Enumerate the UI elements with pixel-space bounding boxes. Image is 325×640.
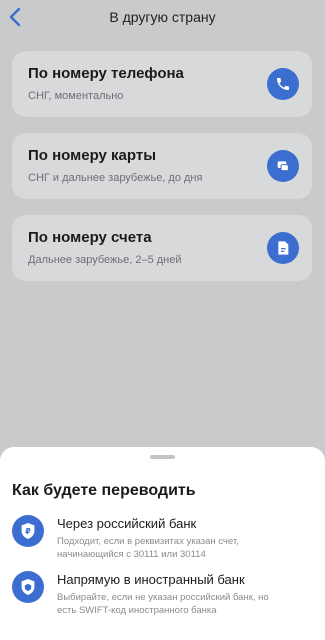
method-subtitle: СНГ и дальнее зарубежье, до дня bbox=[28, 172, 203, 184]
method-title: По номеру телефона bbox=[28, 65, 184, 82]
method-card-account[interactable]: По номеру счета Дальнее зарубежье, 2–5 д… bbox=[12, 215, 312, 281]
document-icon bbox=[267, 232, 299, 264]
bank-shield-icon bbox=[12, 571, 44, 603]
page-title: В другую страну bbox=[109, 9, 216, 25]
option-foreign-bank[interactable]: Напрямую в иностранный банк Выбирайте, е… bbox=[0, 571, 325, 621]
option-russian-bank[interactable]: ₽ Через российский банк Подходит, если в… bbox=[0, 515, 325, 565]
bottom-sheet: Как будете переводить ₽ Через российский… bbox=[0, 447, 325, 640]
option-description: Подходит, если в реквизитах указан счет,… bbox=[57, 536, 239, 560]
phone-icon bbox=[267, 68, 299, 100]
option-description: Выбирайте, если не указан российский бан… bbox=[57, 592, 269, 616]
method-card-card[interactable]: По номеру карты СНГ и дальнее зарубежье,… bbox=[12, 133, 312, 199]
card-transfer-icon bbox=[267, 150, 299, 182]
sheet-drag-handle[interactable] bbox=[150, 455, 175, 459]
top-bar: В другую страну bbox=[0, 0, 325, 36]
method-title: По номеру счета bbox=[28, 229, 152, 246]
svg-text:₽: ₽ bbox=[25, 527, 31, 536]
option-title: Напрямую в иностранный банк bbox=[57, 572, 245, 587]
method-subtitle: СНГ, моментально bbox=[28, 90, 124, 102]
ruble-shield-icon: ₽ bbox=[12, 515, 44, 547]
method-subtitle: Дальнее зарубежье, 2–5 дней bbox=[28, 254, 182, 266]
method-title: По номеру карты bbox=[28, 147, 157, 164]
method-card-phone[interactable]: По номеру телефона СНГ, моментально bbox=[12, 51, 312, 117]
sheet-title: Как будете переводить bbox=[12, 482, 196, 499]
option-title: Через российский банк bbox=[57, 516, 197, 531]
